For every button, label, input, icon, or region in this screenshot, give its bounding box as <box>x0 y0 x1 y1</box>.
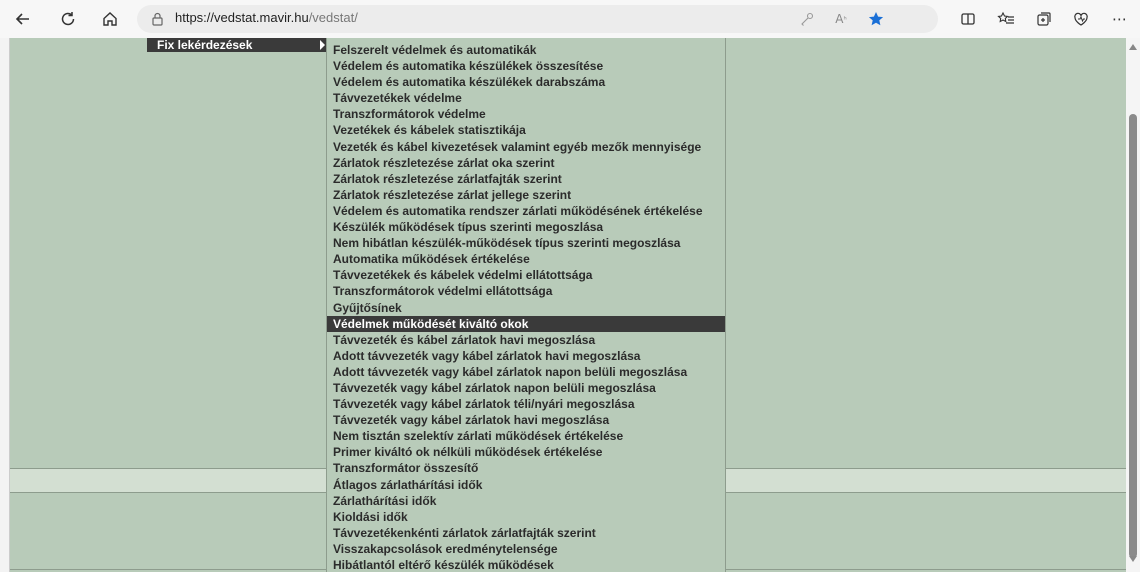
url-path: /vedstat/ <box>308 10 358 25</box>
submenu-arrow-icon <box>320 40 325 50</box>
scroll-up-icon[interactable] <box>1129 44 1137 50</box>
menu-item[interactable]: Nem tisztán szelektív zárlati működések … <box>327 428 725 444</box>
menu-item[interactable]: Zárlatok részletezése zárlat jellege sze… <box>327 187 725 203</box>
browser-toolbar: https://vedstat.mavir.hu/vedstat/ Aʰ ⋯ <box>0 0 1140 38</box>
more-icon[interactable]: ⋯ <box>1107 6 1133 32</box>
menu-item[interactable]: Adott távvezeték vagy kábel zárlatok nap… <box>327 364 725 380</box>
menu-item[interactable]: Távvezetékek védelme <box>327 90 725 106</box>
collections-icon[interactable] <box>1031 6 1057 32</box>
address-bar[interactable]: https://vedstat.mavir.hu/vedstat/ Aʰ <box>137 5 938 33</box>
menu-item[interactable]: Távvezeték vagy kábel zárlatok napon bel… <box>327 380 725 396</box>
menu-item[interactable]: Kioldási idők <box>327 509 725 525</box>
menu-item[interactable]: Zárlathárítási idők <box>327 493 725 509</box>
menu-item[interactable]: Védelem és automatika készülékek darabsz… <box>327 74 725 90</box>
fix-queries-menu[interactable]: Fix lekérdezések <box>147 38 327 52</box>
menu-item[interactable]: Vezeték és kábel kivezetések valamint eg… <box>327 139 725 155</box>
menu-item[interactable]: Felszerelt védelmek és automatikák <box>327 42 725 58</box>
menu-item[interactable]: Zárlatok részletezése zárlatfajták szeri… <box>327 171 725 187</box>
refresh-icon[interactable] <box>55 6 81 32</box>
menu-item[interactable]: Átlagos zárlathárítási idők <box>327 477 725 493</box>
menu-item[interactable]: Primer kiváltó ok nélküli működések érté… <box>327 444 725 460</box>
home-icon[interactable] <box>97 6 123 32</box>
favorite-star-icon[interactable] <box>866 9 886 29</box>
menu-item[interactable]: Távvezeték vagy kábel zárlatok téli/nyár… <box>327 396 725 412</box>
menu-item[interactable]: Nem hibátlan készülék-működések típus sz… <box>327 235 725 251</box>
menu-item[interactable]: Távvezetékek és kábelek védelmi ellátott… <box>327 267 725 283</box>
menu-item[interactable]: Távvezetékenkénti zárlatok zárlatfajták … <box>327 525 725 541</box>
fix-queries-submenu: Felszerelt védelmek és automatikák Védele… <box>326 38 726 572</box>
lock-icon[interactable] <box>150 11 165 26</box>
url-text[interactable]: https://vedstat.mavir.hu/vedstat/ <box>175 10 358 25</box>
key-icon[interactable] <box>797 9 817 29</box>
page-viewport: Fix lekérdezések Felszerelt védelmek és … <box>9 38 1140 572</box>
menu-item[interactable]: Távvezeték vagy kábel zárlatok havi mego… <box>327 412 725 428</box>
menu-item[interactable]: Védelmek működését kiváltó okok <box>327 315 725 332</box>
menu-item[interactable]: Adott távvezeték vagy kábel zárlatok hav… <box>327 348 725 364</box>
menu-item[interactable]: Automatika működések értékelése <box>327 251 725 267</box>
menu-item[interactable]: Visszakapcsolások eredménytelensége <box>327 541 725 557</box>
scroll-down-icon[interactable] <box>1129 556 1137 562</box>
menu-item[interactable]: Távvezeték és kábel zárlatok havi megosz… <box>327 332 725 348</box>
vertical-scrollbar[interactable] <box>1126 38 1140 572</box>
menu-item[interactable]: Transzformátorok védelme <box>327 106 725 122</box>
fix-queries-label: Fix lekérdezések <box>157 38 253 52</box>
back-icon[interactable] <box>10 6 36 32</box>
extensions-icon[interactable] <box>1068 6 1094 32</box>
menu-item[interactable]: Hibátlantól eltérő készülék működések <box>327 557 725 572</box>
menu-item[interactable]: Készülék működések típus szerinti megosz… <box>327 219 725 235</box>
favorites-list-icon[interactable] <box>993 6 1019 32</box>
menu-item[interactable]: Transzformátorok védelmi ellátottsága <box>327 283 725 299</box>
scrollbar-thumb[interactable] <box>1129 114 1137 558</box>
menu-item[interactable]: Védelem és automatika rendszer zárlati m… <box>327 203 725 219</box>
menu-item[interactable]: Zárlatok részletezése zárlat oka szerint <box>327 155 725 171</box>
split-screen-icon[interactable] <box>955 6 981 32</box>
menu-item[interactable]: Védelem és automatika készülékek összesí… <box>327 58 725 74</box>
read-aloud-icon[interactable]: Aʰ <box>831 9 851 29</box>
url-host: https://vedstat.mavir.hu <box>175 10 309 25</box>
menu-item[interactable]: Gyűjtősínek <box>327 300 725 316</box>
menu-item[interactable]: Vezetékek és kábelek statisztikája <box>327 122 725 138</box>
menu-item[interactable]: Transzformátor összesítő <box>327 460 725 476</box>
